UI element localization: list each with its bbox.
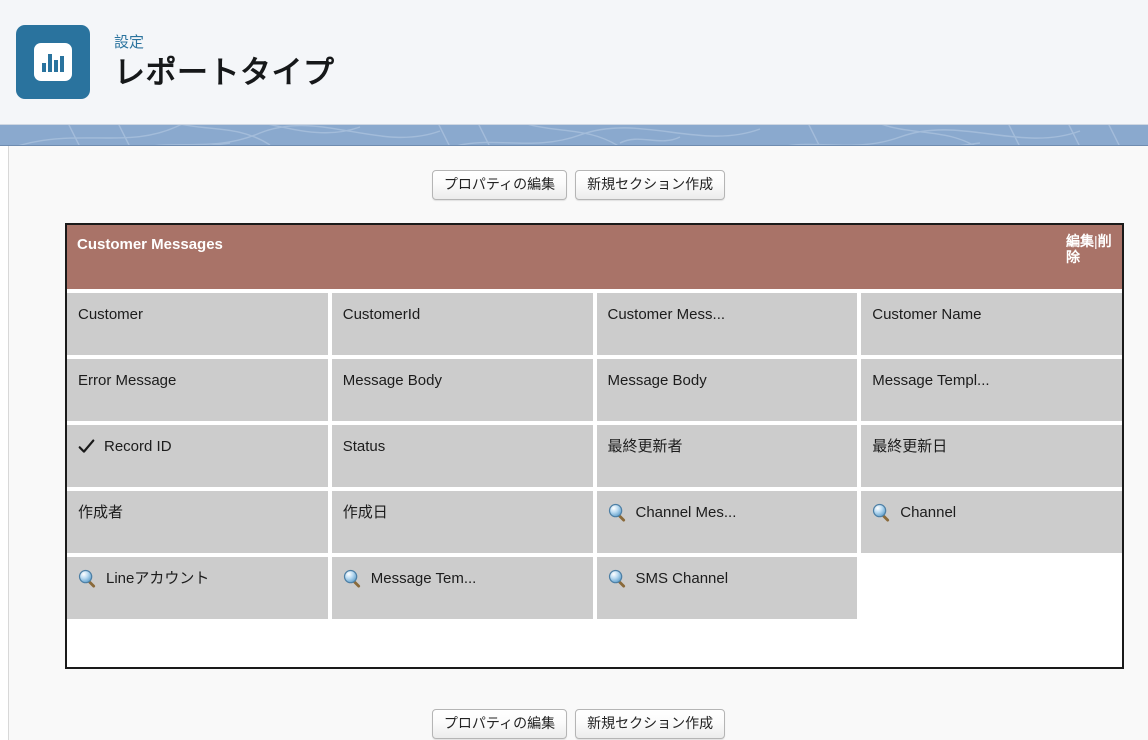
section-customer-messages: Customer Messages 編集|削除 Customer Customer…: [65, 222, 1124, 669]
report-chart-icon: [16, 25, 90, 99]
field-label: Customer Mess...: [607, 305, 726, 323]
top-toolbar: プロパティの編集 新規セクション作成: [9, 146, 1148, 200]
field-cell[interactable]: Record ID: [67, 424, 328, 487]
edit-properties-button-bottom[interactable]: プロパティの編集: [431, 708, 568, 739]
field-label: Error Message: [78, 371, 177, 389]
field-label: Message Templ...: [872, 371, 990, 389]
field-label: Message Body: [607, 371, 707, 389]
field-cell[interactable]: Channel Mes...: [596, 490, 858, 553]
field-cell[interactable]: CustomerId: [331, 292, 593, 355]
field-label: 作成者: [78, 503, 124, 521]
edit-properties-button[interactable]: プロパティの編集: [431, 170, 568, 200]
bar-chart-bars: [42, 52, 64, 72]
new-section-button[interactable]: 新規セクション作成: [575, 170, 726, 200]
field-cell[interactable]: SMS Channel: [596, 556, 858, 619]
page-header: 設定 レポートタイプ: [0, 0, 1148, 124]
bottom-toolbar: プロパティの編集 新規セクション作成: [9, 669, 1148, 739]
field-label: Record ID: [104, 437, 172, 455]
field-cell[interactable]: Channel: [861, 490, 1122, 553]
field-cell[interactable]: Customer Name: [861, 292, 1122, 355]
report-chart-icon-glyph: [34, 43, 72, 81]
section-actions: 編集|削除: [1066, 233, 1112, 265]
field-label: Channel Mes...: [635, 503, 737, 521]
section-edit-link[interactable]: 編集: [1066, 233, 1094, 249]
field-cell[interactable]: 最終更新者: [596, 424, 858, 487]
lookup-icon[interactable]: [343, 569, 362, 588]
field-cell[interactable]: 作成日: [331, 490, 593, 553]
field-label: Channel: [900, 503, 957, 521]
field-label: Customer: [78, 305, 144, 323]
field-cell[interactable]: Customer: [67, 292, 328, 355]
field-grid: Customer CustomerId Customer Mess... Custom…: [67, 288, 1122, 619]
field-cell[interactable]: Status: [331, 424, 593, 487]
field-label: CustomerId: [342, 305, 421, 323]
field-cell[interactable]: Error Message: [67, 358, 328, 421]
lookup-icon[interactable]: [872, 503, 891, 522]
field-label: 作成日: [342, 503, 388, 521]
lookup-icon[interactable]: [608, 503, 627, 522]
field-cell[interactable]: Customer Mess...: [596, 292, 858, 355]
banner-pattern: [18, 125, 1120, 145]
page-body: プロパティの編集 新規セクション作成 Customer Messages 編集|…: [8, 146, 1148, 740]
field-cell[interactable]: Message Body: [331, 358, 593, 421]
field-cell[interactable]: Message Templ...: [861, 358, 1122, 421]
page-title: レポートタイプ: [114, 54, 335, 90]
lookup-icon[interactable]: [608, 569, 627, 588]
field-cell-empty: [861, 556, 1122, 619]
decorative-banner: [0, 124, 1148, 146]
field-label: Customer Name: [872, 305, 982, 323]
section-header: Customer Messages 編集|削除: [67, 224, 1122, 289]
field-cell[interactable]: 作成者: [67, 490, 328, 553]
field-cell[interactable]: Message Body: [596, 358, 858, 421]
field-label: Status: [342, 437, 386, 455]
field-label: Lineアカウント: [106, 569, 210, 587]
field-label: 最終更新日: [872, 437, 948, 455]
field-cell[interactable]: Message Tem...: [331, 556, 593, 619]
field-cell[interactable]: Lineアカウント: [67, 556, 328, 619]
field-label: SMS Channel: [635, 569, 729, 587]
header-text-block: 設定 レポートタイプ: [114, 34, 335, 90]
breadcrumb[interactable]: 設定: [114, 34, 335, 53]
field-label: Message Tem...: [370, 569, 477, 587]
field-cell[interactable]: 最終更新日: [861, 424, 1122, 487]
new-section-button-bottom[interactable]: 新規セクション作成: [575, 708, 726, 739]
field-label: 最終更新者: [607, 437, 683, 455]
section-title: Customer Messages: [77, 235, 223, 253]
check-icon: [78, 439, 95, 453]
field-label: Message Body: [342, 371, 442, 389]
lookup-icon[interactable]: [78, 569, 97, 588]
